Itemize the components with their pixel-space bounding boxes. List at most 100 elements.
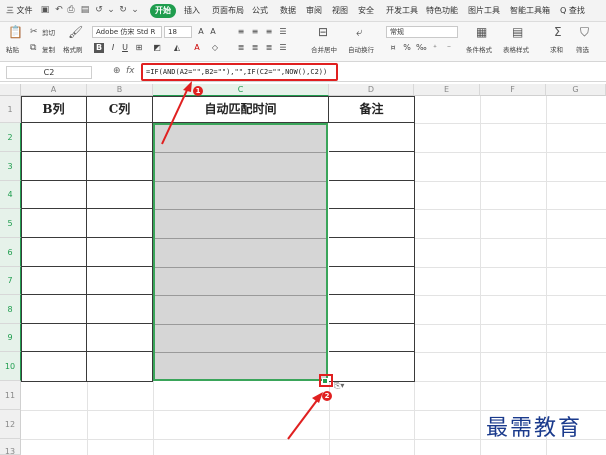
currency-icon[interactable]: ¤	[388, 43, 398, 53]
table-cell[interactable]	[21, 181, 87, 209]
formula-input[interactable]: =IF(AND(A2="",B2=""),"",IF(C2="",NOW(),C…	[141, 63, 338, 81]
increase-font-icon[interactable]: A	[196, 27, 206, 37]
more-icon[interactable]: ⌄	[130, 5, 140, 15]
tab-data[interactable]: 数据	[280, 5, 296, 16]
selected-range-c2-c10[interactable]	[153, 123, 328, 381]
table-cell[interactable]	[87, 267, 153, 295]
print-icon[interactable]: ⎙	[66, 5, 76, 15]
col-header-d[interactable]: D	[329, 84, 414, 96]
number-format-select[interactable]: 常规	[386, 26, 458, 38]
table-cell[interactable]	[21, 295, 87, 324]
wrap-text-label[interactable]: 自动换行	[348, 44, 374, 54]
merge-center-label[interactable]: 合并居中	[311, 44, 337, 54]
decrease-font-icon[interactable]: A	[208, 27, 218, 37]
cell-b1[interactable]: C列	[87, 96, 153, 123]
zoom-icon[interactable]: ⊕	[113, 66, 121, 76]
col-header-b[interactable]: B	[87, 84, 153, 96]
table-cell[interactable]	[87, 152, 153, 181]
scissors-icon[interactable]: ✂	[30, 26, 38, 38]
sheet-grid[interactable]: A B C D E F G 1 2 3 4 5 6 7 8 9 10 11 12…	[0, 81, 606, 455]
align-top-icon[interactable]: ≡	[236, 27, 246, 37]
fill-color-icon[interactable]: ◩	[152, 43, 162, 53]
row-header-5[interactable]: 5	[0, 209, 21, 238]
undo-icon[interactable]: ↺	[94, 5, 104, 15]
align-left-icon[interactable]: ≣	[236, 43, 246, 53]
table-cell[interactable]	[21, 209, 87, 238]
sum-label[interactable]: 求和	[550, 44, 563, 54]
italic-button[interactable]: I	[108, 43, 118, 53]
cut-label[interactable]: 剪切	[42, 27, 55, 37]
col-header-c[interactable]: C	[153, 84, 329, 96]
indent-icon[interactable]: ☰	[278, 27, 288, 37]
table-cell[interactable]	[87, 209, 153, 238]
tab-start[interactable]: 开始	[150, 4, 176, 18]
save-icon[interactable]: ▣	[40, 5, 50, 15]
table-cell[interactable]	[329, 152, 415, 181]
name-box[interactable]: C2	[6, 66, 92, 79]
align-right-icon[interactable]: ≣	[264, 43, 274, 53]
row-header-12[interactable]: 12	[0, 410, 21, 439]
tab-view[interactable]: 视图	[332, 5, 348, 16]
conditional-format-label[interactable]: 条件格式	[466, 44, 492, 54]
cell-d1[interactable]: 备注	[329, 96, 415, 123]
tab-security[interactable]: 安全	[358, 5, 374, 16]
table-cell[interactable]	[87, 181, 153, 209]
tab-formulas[interactable]: 公式	[252, 5, 268, 16]
cell-a1[interactable]: B列	[21, 96, 87, 123]
table-cell[interactable]	[329, 238, 415, 267]
cell-c1[interactable]: 自动匹配时间	[153, 96, 329, 123]
underline-button[interactable]: U	[120, 43, 130, 53]
table-cell[interactable]	[21, 123, 87, 152]
tab-picture-tools[interactable]: 图片工具	[468, 5, 500, 16]
row-header-11[interactable]: 11	[0, 381, 21, 410]
table-style-icon[interactable]: ▤	[512, 26, 523, 38]
copy-label[interactable]: 复制	[42, 44, 55, 54]
dropdown-icon[interactable]: ⌄	[106, 5, 116, 15]
paste-options-icon[interactable]: ⎘▾	[334, 381, 344, 391]
align-center-icon[interactable]: ≣	[250, 43, 260, 53]
paste-label[interactable]: 粘贴	[6, 44, 19, 54]
table-cell[interactable]	[87, 238, 153, 267]
row-header-6[interactable]: 6	[0, 238, 21, 267]
table-cell[interactable]	[87, 123, 153, 152]
file-menu[interactable]: 三 文件	[6, 5, 33, 16]
decrease-decimal-icon[interactable]: ⁻	[444, 43, 454, 53]
thousands-icon[interactable]: ‰	[416, 43, 427, 53]
select-all-corner[interactable]	[0, 84, 21, 96]
col-header-e[interactable]: E	[414, 84, 480, 96]
bucket-icon[interactable]: ◭	[172, 43, 182, 53]
table-cell[interactable]	[21, 267, 87, 295]
undo-arrow-icon[interactable]: ↶	[54, 5, 64, 15]
font-name-select[interactable]: Adobe 仿宋 Std R	[92, 26, 162, 38]
table-cell[interactable]	[329, 181, 415, 209]
col-header-f[interactable]: F	[480, 84, 546, 96]
redo-icon[interactable]: ↻	[118, 5, 128, 15]
percent-icon[interactable]: %	[402, 43, 412, 53]
justify-icon[interactable]: ☰	[278, 43, 288, 53]
border-icon[interactable]: ⊞	[134, 43, 144, 53]
table-cell[interactable]	[87, 352, 153, 382]
col-header-g[interactable]: G	[546, 84, 606, 96]
conditional-format-icon[interactable]: ▦	[476, 26, 487, 38]
tab-review[interactable]: 审阅	[306, 5, 322, 16]
wrap-text-icon[interactable]: ⤶	[356, 26, 363, 38]
table-cell[interactable]	[21, 238, 87, 267]
table-cell[interactable]	[21, 152, 87, 181]
row-header-13[interactable]: 13	[0, 439, 21, 455]
font-color-icon[interactable]: A	[192, 43, 202, 53]
tab-developer[interactable]: 开发工具	[386, 5, 418, 16]
row-header-1[interactable]: 1	[0, 96, 21, 123]
paste-icon[interactable]: 📋	[8, 26, 23, 38]
table-cell[interactable]	[329, 123, 415, 152]
print-preview-icon[interactable]: ▤	[80, 5, 90, 15]
table-cell[interactable]	[87, 295, 153, 324]
bold-button[interactable]: B	[94, 43, 104, 53]
increase-decimal-icon[interactable]: ⁺	[430, 43, 440, 53]
table-cell[interactable]	[329, 324, 415, 352]
table-style-label[interactable]: 表格样式	[503, 44, 529, 54]
merge-center-icon[interactable]: ⊟	[318, 26, 328, 38]
row-header-9[interactable]: 9	[0, 324, 21, 352]
tab-smart-toolbox[interactable]: 智能工具箱	[510, 5, 550, 16]
fx-icon[interactable]: fx	[126, 66, 135, 76]
tab-insert[interactable]: 插入	[184, 5, 200, 16]
